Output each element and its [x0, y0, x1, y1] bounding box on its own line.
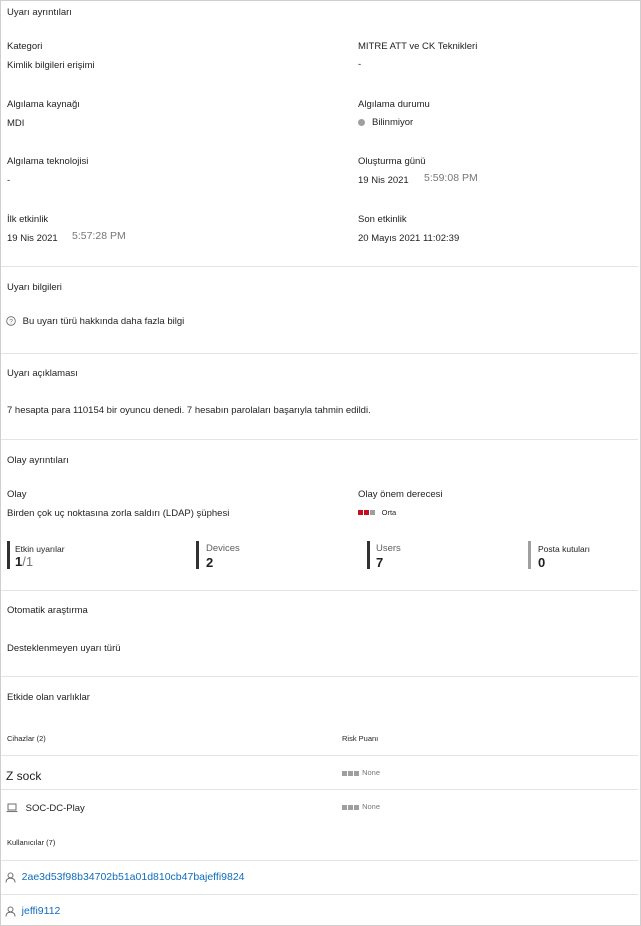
alert-details-title: Uyarı ayrıntıları — [7, 7, 72, 18]
help-circle-icon: ? — [6, 316, 16, 327]
device-risk-value: None — [362, 768, 381, 777]
user-link[interactable]: jeffi9112 — [22, 905, 61, 917]
device-row-risk: None — [342, 802, 380, 811]
divider — [1, 439, 638, 440]
alert-description-text: 7 hesapta para 110154 bir oyuncu denedi.… — [7, 405, 371, 416]
risk-score-header: Risk Puanı — [342, 734, 379, 743]
created-date: 19 Nis 2021 — [358, 175, 409, 186]
detection-source-value: MDI — [7, 118, 25, 129]
risk-bar — [354, 770, 359, 776]
stat-active-alerts-value[interactable]: 1/1 — [15, 554, 33, 569]
mitre-label: MITRE ATT ve CK Teknikleri — [358, 41, 478, 52]
detection-status: Bilinmiyor — [358, 117, 413, 128]
severity-bar — [358, 509, 363, 515]
status-dot-icon — [358, 118, 365, 126]
divider — [1, 590, 638, 591]
risk-bar — [342, 804, 347, 810]
stat-mailboxes-value[interactable]: 0 — [538, 555, 545, 570]
severity-bar — [370, 509, 375, 515]
last-activity-value: 20 Mayıs 2021 11:02:39 — [358, 233, 460, 244]
laptop-icon — [6, 804, 18, 813]
alert-info-title: Uyarı bilgileri — [7, 282, 62, 293]
incident-label: Olay — [7, 489, 27, 500]
divider — [1, 894, 638, 895]
svg-text:?: ? — [9, 319, 13, 326]
incident-details-title: Olay ayrıntıları — [7, 455, 69, 466]
person-icon — [5, 872, 16, 883]
stat-users-value[interactable]: 7 — [376, 555, 383, 570]
divider — [1, 789, 638, 790]
severity-bar — [364, 509, 369, 515]
alert-description-title: Uyarı açıklaması — [7, 368, 78, 379]
created-time: 5:59:08 PM — [424, 172, 478, 184]
detection-tech-value: - — [7, 175, 11, 186]
person-icon — [5, 906, 16, 917]
user-row[interactable]: 2ae3d53f98b34702b51a01d810cb47bajeffi982… — [5, 871, 245, 883]
users-header: Kullanıcılar (7) — [7, 838, 56, 847]
auto-investigation-value: Desteklenmeyen uyarı türü — [7, 643, 121, 654]
stat-bar — [7, 541, 10, 569]
stat-mailboxes-label: Posta kutuları — [538, 544, 590, 554]
detection-status-label: Algılama durumu — [358, 99, 430, 110]
stat-bar — [196, 541, 199, 569]
first-activity-label: İlk etkinlik — [7, 214, 49, 225]
risk-bar — [348, 770, 353, 776]
divider — [1, 266, 638, 267]
severity-value: Orta — [381, 508, 397, 517]
stat-active-alerts-label: Etkin uyarılar — [15, 544, 65, 554]
device-risk-value: None — [362, 802, 381, 811]
first-activity-date: 19 Nis 2021 — [7, 233, 58, 244]
device-row-name: SOC-DC-Play — [25, 803, 85, 814]
user-link[interactable]: 2ae3d53f98b34702b51a01d810cb47bajeffi982… — [22, 871, 245, 883]
stat-devices-value[interactable]: 2 — [206, 555, 213, 570]
detection-source-label: Algılama kaynağı — [7, 99, 80, 110]
auto-investigation-title: Otomatik araştırma — [7, 605, 88, 616]
device-row[interactable]: SOC-DC-Play — [6, 803, 85, 814]
stat-devices-label: Devices — [206, 543, 240, 554]
user-row[interactable]: jeffi9112 — [5, 905, 60, 917]
more-info-text: Bu uyarı türü hakkında daha fazla bilgi — [22, 316, 185, 327]
first-activity-time: 5:57:28 PM — [72, 230, 126, 242]
severity-label: Olay önem derecesi — [358, 489, 443, 500]
device-row-name[interactable]: Z sock — [6, 769, 41, 783]
stat-active-alerts-total: /1 — [22, 554, 34, 569]
risk-bar — [342, 770, 347, 776]
detection-status-value: Bilinmiyor — [372, 117, 414, 128]
mitre-value: - — [358, 59, 362, 70]
devices-header: Cihazlar (2) — [7, 734, 46, 743]
divider — [1, 860, 638, 861]
stat-bar — [528, 541, 531, 569]
affected-entities-title: Etkide olan varlıklar — [7, 692, 90, 703]
risk-bar — [354, 804, 359, 810]
stat-users-label: Users — [376, 543, 401, 554]
device-row-risk: None — [342, 768, 380, 777]
risk-bar — [348, 804, 353, 810]
created-label: Oluşturma günü — [358, 156, 426, 167]
divider — [1, 755, 638, 756]
alert-panel — [0, 0, 641, 926]
last-activity-label: Son etkinlik — [358, 214, 407, 225]
category-value: Kimlik bilgileri erişimi — [7, 60, 95, 71]
divider — [1, 676, 638, 677]
severity: Orta — [358, 507, 396, 518]
incident-value[interactable]: Birden çok uç noktasına zorla saldırı (L… — [7, 508, 229, 519]
detection-tech-label: Algılama teknolojisi — [7, 156, 89, 167]
category-label: Kategori — [7, 41, 43, 52]
stat-bar — [367, 541, 370, 569]
more-info-link[interactable]: ? Bu uyarı türü hakkında daha fazla bilg… — [6, 316, 184, 327]
divider — [1, 353, 638, 354]
